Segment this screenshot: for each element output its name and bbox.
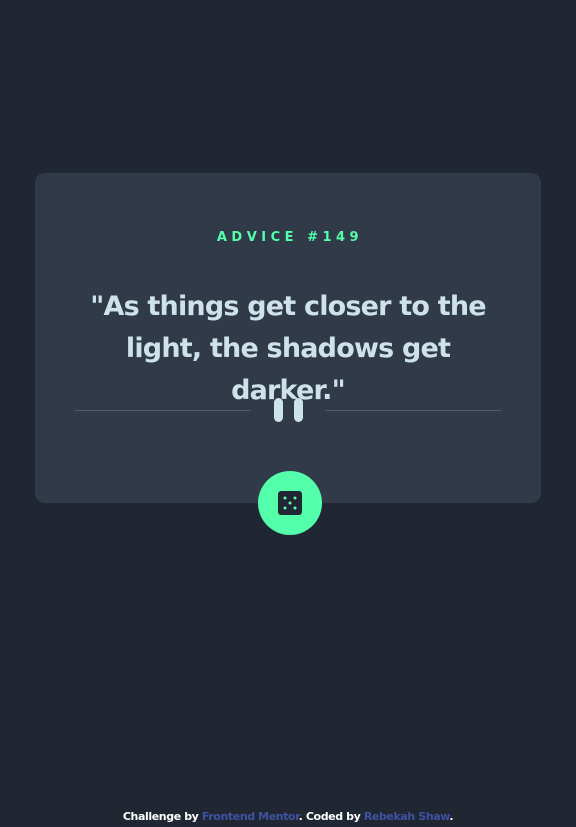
attribution-middle: . Coded by	[298, 810, 364, 823]
pause-bar-left	[274, 398, 283, 422]
pause-bar-right	[294, 398, 303, 422]
frontend-mentor-link[interactable]: Frontend Mentor	[202, 810, 299, 823]
page: ADVICE #149 "As things get closer to the…	[0, 0, 576, 827]
author-link[interactable]: Rebekah Shaw	[364, 810, 450, 823]
pattern-divider	[75, 398, 501, 424]
attribution: Challenge by Frontend Mentor. Coded by R…	[0, 810, 576, 823]
advice-id: ADVICE #149	[216, 230, 364, 245]
dice-icon	[278, 491, 302, 515]
pause-icon	[274, 398, 304, 424]
divider-line-right	[325, 410, 501, 411]
generate-advice-button[interactable]	[258, 471, 322, 535]
attribution-suffix: .	[449, 810, 454, 823]
advice-quote: "As things get closer to the light, the …	[90, 291, 486, 406]
divider-line-left	[75, 410, 251, 411]
advice-card: ADVICE #149 "As things get closer to the…	[35, 173, 541, 503]
attribution-prefix: Challenge by	[122, 810, 202, 823]
